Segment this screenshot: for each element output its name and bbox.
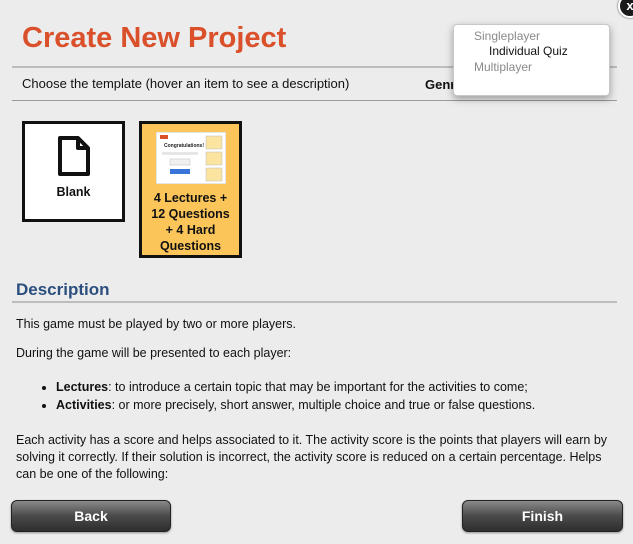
finish-button[interactable]: Finish <box>462 500 623 532</box>
description-heading: Description <box>16 280 110 299</box>
template-instruction: Choose the template (hover an item to se… <box>22 76 350 91</box>
back-button[interactable]: Back <box>11 500 171 532</box>
list-item-text: : to introduce a certain topic that may … <box>108 380 528 394</box>
list-item: Activities: or more precisely, short ans… <box>56 396 535 414</box>
list-item-term: Lectures <box>56 380 109 394</box>
template-quiz-label-line: 4 Lectures + <box>153 191 228 205</box>
list-item-text: : or more precisely, short answer, multi… <box>111 398 536 412</box>
thumbnail-title: Congratulations! <box>164 143 204 149</box>
description-paragraph: This game must be played by two or more … <box>16 317 296 331</box>
template-blank[interactable]: Blank <box>22 121 125 222</box>
dropdown-group-singleplayer: Singleplayer <box>474 29 541 43</box>
dropdown-group-multiplayer: Multiplayer <box>474 60 533 74</box>
dropdown-option-label: Collaborative Quiz <box>489 76 588 90</box>
description-list: Lectures: to introduce a certain topic t… <box>40 378 535 414</box>
dropdown-option-label: Individual Quiz <box>489 44 568 58</box>
template-collaborative-quiz[interactable]: Congratulations! 4 Lectures + 12 Questio… <box>139 121 242 258</box>
genre-dropdown[interactable]: Singleplayer Individual Quiz Multiplayer… <box>453 24 610 96</box>
check-icon: ✓ <box>460 76 471 90</box>
template-quiz-label-line: + 4 Hard <box>165 223 216 237</box>
description-paragraph: Each activity has a score and helps asso… <box>16 433 608 481</box>
list-item: Lectures: to introduce a certain topic t… <box>56 378 535 396</box>
document-icon <box>57 136 90 176</box>
description-divider <box>12 301 617 303</box>
template-divider <box>12 100 617 101</box>
template-blank-label: Blank <box>56 185 91 199</box>
template-thumbnail: Congratulations! <box>155 132 226 184</box>
page-title: Create New Project <box>22 22 287 54</box>
description-paragraph: During the game will be presented to eac… <box>16 346 292 360</box>
template-quiz-label-line: 12 Questions <box>151 207 230 221</box>
close-icon[interactable]: x <box>618 0 633 18</box>
genre-label: Genr <box>425 77 456 92</box>
list-item-term: Activities <box>56 398 112 412</box>
template-quiz-label-line: Questions <box>159 239 222 253</box>
